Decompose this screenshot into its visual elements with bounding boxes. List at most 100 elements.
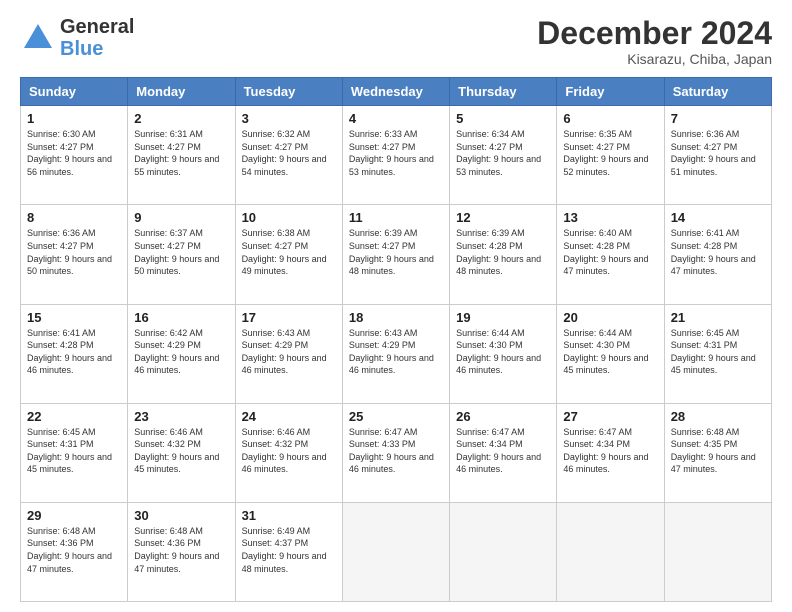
day-info: Sunrise: 6:39 AMSunset: 4:27 PMDaylight:…	[349, 228, 434, 276]
calendar-row: 29 Sunrise: 6:48 AMSunset: 4:36 PMDaylig…	[21, 502, 772, 601]
day-number: 11	[349, 210, 443, 225]
day-number: 23	[134, 409, 228, 424]
day-number: 20	[563, 310, 657, 325]
table-row	[557, 502, 664, 601]
day-info: Sunrise: 6:43 AMSunset: 4:29 PMDaylight:…	[242, 328, 327, 376]
table-row: 1 Sunrise: 6:30 AMSunset: 4:27 PMDayligh…	[21, 106, 128, 205]
day-info: Sunrise: 6:42 AMSunset: 4:29 PMDaylight:…	[134, 328, 219, 376]
day-info: Sunrise: 6:44 AMSunset: 4:30 PMDaylight:…	[563, 328, 648, 376]
calendar-header-row: Sunday Monday Tuesday Wednesday Thursday…	[21, 78, 772, 106]
table-row: 28 Sunrise: 6:48 AMSunset: 4:35 PMDaylig…	[664, 403, 771, 502]
day-info: Sunrise: 6:35 AMSunset: 4:27 PMDaylight:…	[563, 129, 648, 177]
page-container: General Blue December 2024 Kisarazu, Chi…	[0, 0, 792, 612]
col-sunday: Sunday	[21, 78, 128, 106]
day-info: Sunrise: 6:47 AMSunset: 4:33 PMDaylight:…	[349, 427, 434, 475]
day-info: Sunrise: 6:32 AMSunset: 4:27 PMDaylight:…	[242, 129, 327, 177]
table-row	[450, 502, 557, 601]
title-area: December 2024 Kisarazu, Chiba, Japan	[537, 16, 772, 67]
col-tuesday: Tuesday	[235, 78, 342, 106]
table-row: 18 Sunrise: 6:43 AMSunset: 4:29 PMDaylig…	[342, 304, 449, 403]
day-number: 2	[134, 111, 228, 126]
day-number: 6	[563, 111, 657, 126]
day-info: Sunrise: 6:48 AMSunset: 4:36 PMDaylight:…	[134, 526, 219, 574]
day-info: Sunrise: 6:47 AMSunset: 4:34 PMDaylight:…	[456, 427, 541, 475]
day-number: 28	[671, 409, 765, 424]
header: General Blue December 2024 Kisarazu, Chi…	[20, 16, 772, 67]
day-number: 9	[134, 210, 228, 225]
day-number: 16	[134, 310, 228, 325]
table-row: 27 Sunrise: 6:47 AMSunset: 4:34 PMDaylig…	[557, 403, 664, 502]
day-info: Sunrise: 6:36 AMSunset: 4:27 PMDaylight:…	[27, 228, 112, 276]
location: Kisarazu, Chiba, Japan	[537, 51, 772, 67]
day-info: Sunrise: 6:36 AMSunset: 4:27 PMDaylight:…	[671, 129, 756, 177]
table-row: 10 Sunrise: 6:38 AMSunset: 4:27 PMDaylig…	[235, 205, 342, 304]
day-info: Sunrise: 6:46 AMSunset: 4:32 PMDaylight:…	[134, 427, 219, 475]
table-row: 11 Sunrise: 6:39 AMSunset: 4:27 PMDaylig…	[342, 205, 449, 304]
day-number: 1	[27, 111, 121, 126]
table-row: 20 Sunrise: 6:44 AMSunset: 4:30 PMDaylig…	[557, 304, 664, 403]
col-friday: Friday	[557, 78, 664, 106]
day-number: 18	[349, 310, 443, 325]
table-row: 6 Sunrise: 6:35 AMSunset: 4:27 PMDayligh…	[557, 106, 664, 205]
table-row: 24 Sunrise: 6:46 AMSunset: 4:32 PMDaylig…	[235, 403, 342, 502]
logo-general-text: General	[60, 16, 134, 38]
table-row: 9 Sunrise: 6:37 AMSunset: 4:27 PMDayligh…	[128, 205, 235, 304]
table-row: 12 Sunrise: 6:39 AMSunset: 4:28 PMDaylig…	[450, 205, 557, 304]
day-info: Sunrise: 6:47 AMSunset: 4:34 PMDaylight:…	[563, 427, 648, 475]
day-info: Sunrise: 6:40 AMSunset: 4:28 PMDaylight:…	[563, 228, 648, 276]
table-row: 25 Sunrise: 6:47 AMSunset: 4:33 PMDaylig…	[342, 403, 449, 502]
day-info: Sunrise: 6:33 AMSunset: 4:27 PMDaylight:…	[349, 129, 434, 177]
day-number: 27	[563, 409, 657, 424]
day-number: 26	[456, 409, 550, 424]
day-number: 25	[349, 409, 443, 424]
day-info: Sunrise: 6:30 AMSunset: 4:27 PMDaylight:…	[27, 129, 112, 177]
table-row: 7 Sunrise: 6:36 AMSunset: 4:27 PMDayligh…	[664, 106, 771, 205]
col-thursday: Thursday	[450, 78, 557, 106]
day-info: Sunrise: 6:46 AMSunset: 4:32 PMDaylight:…	[242, 427, 327, 475]
col-wednesday: Wednesday	[342, 78, 449, 106]
calendar-row: 15 Sunrise: 6:41 AMSunset: 4:28 PMDaylig…	[21, 304, 772, 403]
table-row: 19 Sunrise: 6:44 AMSunset: 4:30 PMDaylig…	[450, 304, 557, 403]
day-info: Sunrise: 6:48 AMSunset: 4:36 PMDaylight:…	[27, 526, 112, 574]
table-row: 22 Sunrise: 6:45 AMSunset: 4:31 PMDaylig…	[21, 403, 128, 502]
table-row: 2 Sunrise: 6:31 AMSunset: 4:27 PMDayligh…	[128, 106, 235, 205]
day-number: 24	[242, 409, 336, 424]
day-info: Sunrise: 6:41 AMSunset: 4:28 PMDaylight:…	[27, 328, 112, 376]
table-row	[664, 502, 771, 601]
day-number: 4	[349, 111, 443, 126]
day-number: 5	[456, 111, 550, 126]
day-number: 22	[27, 409, 121, 424]
table-row: 30 Sunrise: 6:48 AMSunset: 4:36 PMDaylig…	[128, 502, 235, 601]
table-row: 13 Sunrise: 6:40 AMSunset: 4:28 PMDaylig…	[557, 205, 664, 304]
table-row: 4 Sunrise: 6:33 AMSunset: 4:27 PMDayligh…	[342, 106, 449, 205]
table-row: 15 Sunrise: 6:41 AMSunset: 4:28 PMDaylig…	[21, 304, 128, 403]
logo-blue-text: Blue	[60, 38, 134, 60]
calendar-table: Sunday Monday Tuesday Wednesday Thursday…	[20, 77, 772, 602]
table-row	[342, 502, 449, 601]
day-number: 8	[27, 210, 121, 225]
month-title: December 2024	[537, 16, 772, 51]
calendar-row: 1 Sunrise: 6:30 AMSunset: 4:27 PMDayligh…	[21, 106, 772, 205]
day-info: Sunrise: 6:49 AMSunset: 4:37 PMDaylight:…	[242, 526, 327, 574]
day-info: Sunrise: 6:45 AMSunset: 4:31 PMDaylight:…	[671, 328, 756, 376]
table-row: 5 Sunrise: 6:34 AMSunset: 4:27 PMDayligh…	[450, 106, 557, 205]
day-info: Sunrise: 6:37 AMSunset: 4:27 PMDaylight:…	[134, 228, 219, 276]
day-number: 10	[242, 210, 336, 225]
table-row: 8 Sunrise: 6:36 AMSunset: 4:27 PMDayligh…	[21, 205, 128, 304]
calendar-row: 8 Sunrise: 6:36 AMSunset: 4:27 PMDayligh…	[21, 205, 772, 304]
day-number: 7	[671, 111, 765, 126]
day-info: Sunrise: 6:44 AMSunset: 4:30 PMDaylight:…	[456, 328, 541, 376]
day-number: 15	[27, 310, 121, 325]
day-number: 29	[27, 508, 121, 523]
day-info: Sunrise: 6:38 AMSunset: 4:27 PMDaylight:…	[242, 228, 327, 276]
table-row: 16 Sunrise: 6:42 AMSunset: 4:29 PMDaylig…	[128, 304, 235, 403]
day-number: 21	[671, 310, 765, 325]
day-info: Sunrise: 6:48 AMSunset: 4:35 PMDaylight:…	[671, 427, 756, 475]
day-info: Sunrise: 6:41 AMSunset: 4:28 PMDaylight:…	[671, 228, 756, 276]
day-info: Sunrise: 6:39 AMSunset: 4:28 PMDaylight:…	[456, 228, 541, 276]
day-info: Sunrise: 6:45 AMSunset: 4:31 PMDaylight:…	[27, 427, 112, 475]
table-row: 3 Sunrise: 6:32 AMSunset: 4:27 PMDayligh…	[235, 106, 342, 205]
logo-icon	[20, 20, 56, 56]
day-number: 12	[456, 210, 550, 225]
table-row: 17 Sunrise: 6:43 AMSunset: 4:29 PMDaylig…	[235, 304, 342, 403]
